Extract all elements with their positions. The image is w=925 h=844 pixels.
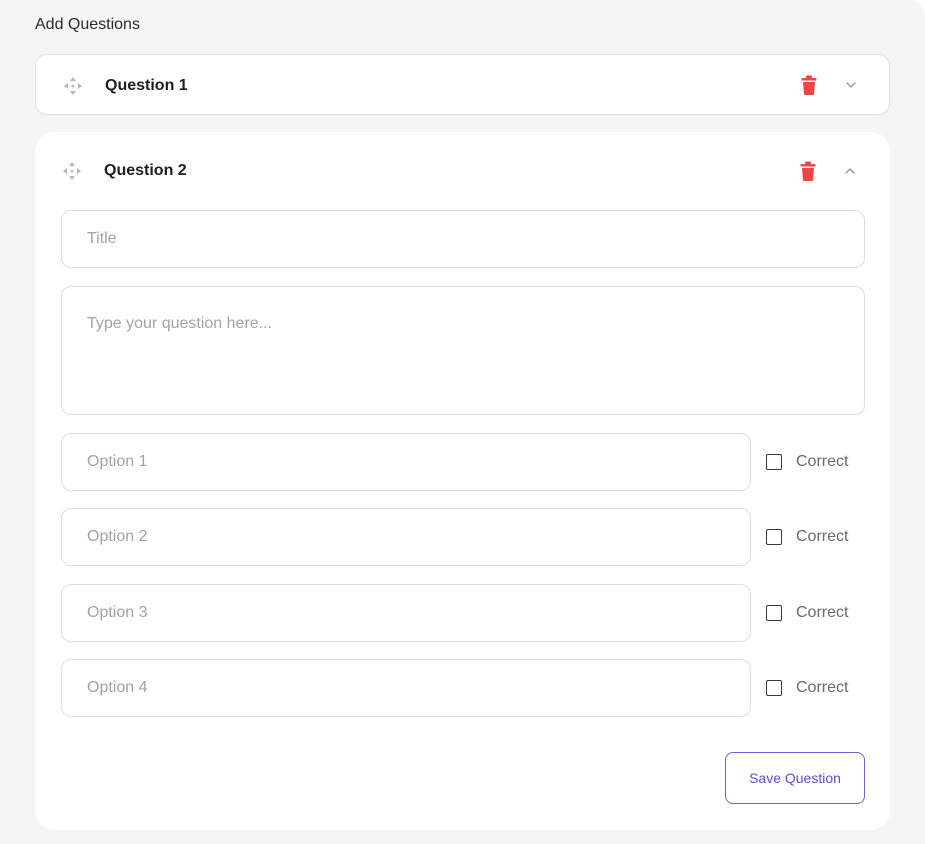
option-4-input[interactable] [61, 659, 751, 717]
option-2-correct-toggle[interactable]: Correct [766, 526, 848, 548]
option-4-correct-toggle[interactable]: Correct [766, 677, 848, 699]
questions-panel: Add Questions Question 1 Question 2 Titl… [0, 0, 925, 844]
chevron-down-icon[interactable] [844, 78, 858, 92]
correct-checkbox[interactable] [766, 605, 782, 621]
option-3-correct-toggle[interactable]: Correct [766, 602, 848, 624]
option-3-input[interactable] [61, 584, 751, 642]
option-1-correct-toggle[interactable]: Correct [766, 451, 848, 473]
question-card-1[interactable]: Question 1 [35, 54, 890, 115]
question-textarea[interactable] [61, 286, 865, 415]
correct-label: Correct [796, 679, 849, 696]
correct-checkbox[interactable] [766, 680, 782, 696]
correct-label: Correct [796, 604, 849, 621]
trash-icon[interactable] [801, 75, 817, 95]
correct-checkbox[interactable] [766, 529, 782, 545]
correct-label: Correct [796, 453, 849, 470]
title-input[interactable] [61, 210, 865, 268]
section-title: Add Questions [35, 16, 140, 33]
chevron-up-icon[interactable] [843, 164, 857, 178]
question-title: Question 2 [104, 162, 187, 179]
trash-icon[interactable] [800, 161, 816, 181]
question-title: Question 1 [105, 77, 188, 94]
question-header[interactable]: Question 1 [36, 55, 889, 115]
move-arrows-icon[interactable] [61, 160, 83, 182]
question-header[interactable]: Question 2 [35, 132, 890, 192]
correct-checkbox[interactable] [766, 454, 782, 470]
move-arrows-icon[interactable] [62, 75, 84, 97]
correct-label: Correct [796, 528, 849, 545]
question-card-2: Question 2 Correct Correct Correct [35, 132, 890, 830]
option-2-input[interactable] [61, 508, 751, 566]
option-1-input[interactable] [61, 433, 751, 491]
save-question-button[interactable]: Save Question [725, 752, 865, 804]
